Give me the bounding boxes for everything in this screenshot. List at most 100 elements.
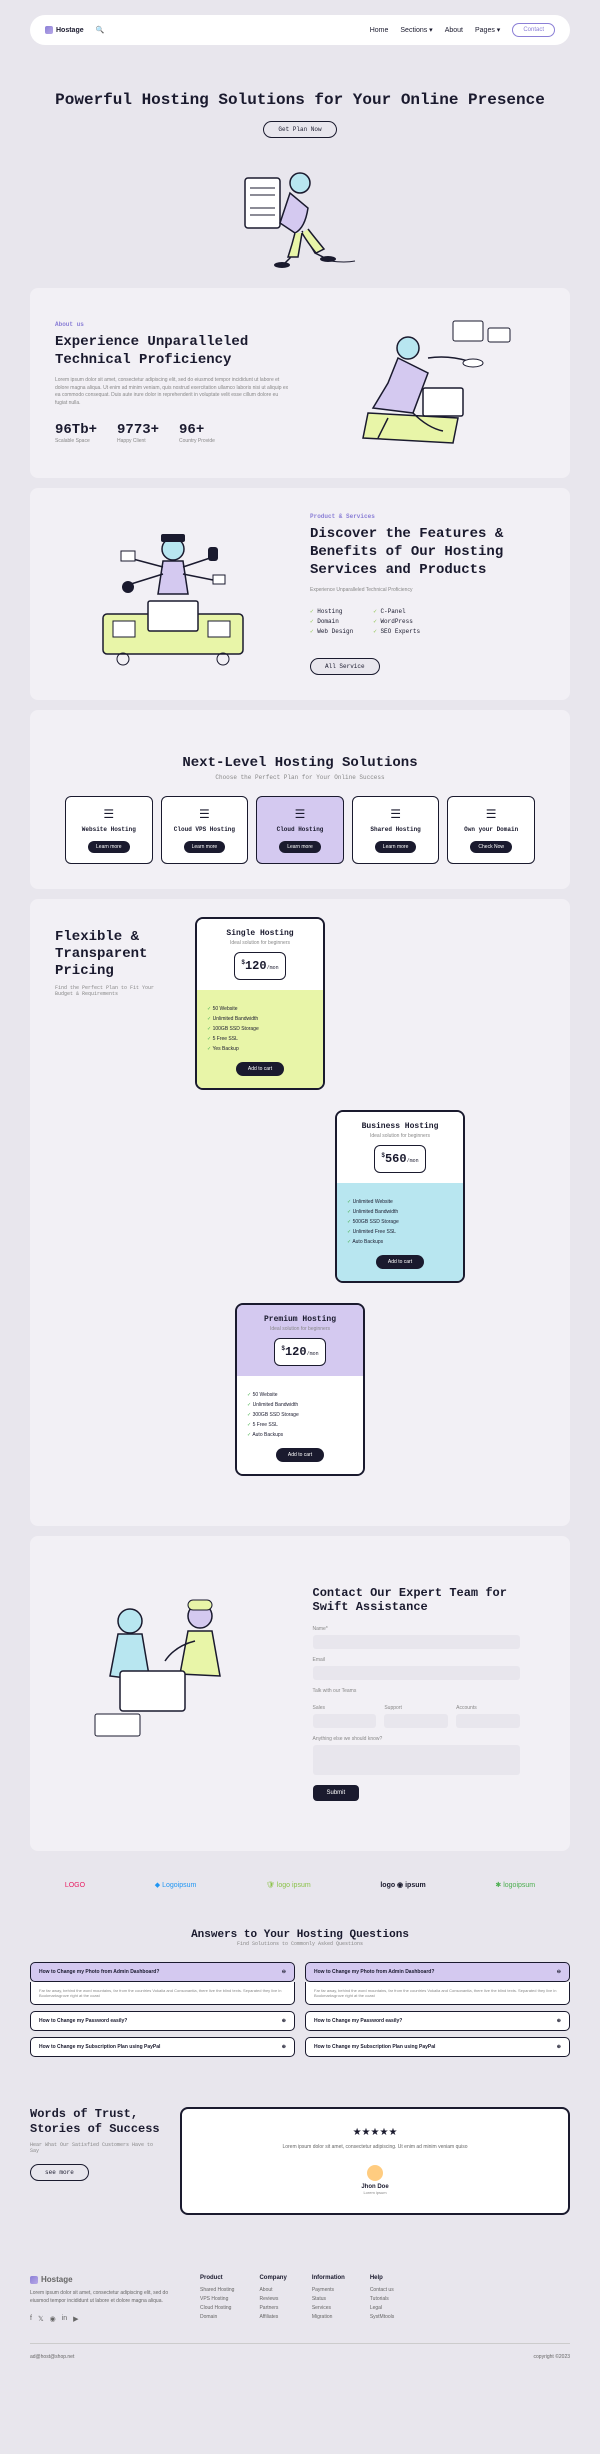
nav-pages[interactable]: Pages ▾: [475, 26, 500, 34]
youtube-icon[interactable]: ▶: [73, 2315, 78, 2323]
stat: 96+Country Provide: [179, 422, 215, 444]
footer-link[interactable]: Domain: [200, 2314, 234, 2320]
hosting-option[interactable]: ☰ Website Hosting Learn more: [65, 796, 153, 864]
about-title: Experience Unparalleled Technical Profic…: [55, 333, 290, 369]
sales-input[interactable]: [313, 1714, 377, 1728]
hosting-title: Next-Level Hosting Solutions: [55, 755, 545, 771]
footer-email[interactable]: ad@host@shop.net: [30, 2354, 74, 2360]
hero-title: Powerful Hosting Solutions for Your Onli…: [20, 90, 580, 111]
see-more-button[interactable]: see more: [30, 2164, 89, 2181]
footer-link[interactable]: VPS Hosting: [200, 2296, 234, 2302]
search-icon[interactable]: 🔍: [96, 26, 105, 34]
footer: Hostage Lorem ipsum dolor sit amet, cons…: [0, 2245, 600, 2390]
learn-more-button[interactable]: Learn more: [279, 841, 321, 853]
nav-sections[interactable]: Sections ▾: [400, 26, 432, 34]
faq-question[interactable]: How to Change my Password easily?⊕: [30, 2011, 295, 2031]
feature-col: C-PanelWordPressSEO Experts: [373, 605, 420, 638]
name-input[interactable]: [313, 1635, 521, 1649]
nav-about[interactable]: About: [445, 27, 463, 34]
faq-question[interactable]: How to Change my Password easily?⊕: [305, 2011, 570, 2031]
hosting-option[interactable]: ☰ Own your Domain Check Now: [447, 796, 535, 864]
server-icon: ☰: [361, 807, 431, 821]
footer-link[interactable]: Cloud Hosting: [200, 2305, 234, 2311]
contact-button[interactable]: Contact: [512, 23, 555, 37]
linkedin-icon[interactable]: in: [62, 2315, 67, 2323]
avatar: [367, 2165, 383, 2181]
contact-illustration: [80, 1586, 288, 1746]
logo[interactable]: Hostage: [45, 26, 84, 34]
testimonial-section: Words of Trust, Stories of Success Hear …: [0, 2077, 600, 2245]
hero-cta[interactable]: Get Plan Now: [263, 121, 336, 138]
footer-link[interactable]: Tutorials: [370, 2296, 394, 2302]
faq-question[interactable]: How to Change my Subscription Plan using…: [30, 2037, 295, 2057]
footer-logo[interactable]: Hostage: [30, 2275, 170, 2284]
add-to-cart-button[interactable]: Add to cart: [376, 1255, 424, 1269]
footer-link[interactable]: Legal: [370, 2305, 394, 2311]
faq-question[interactable]: How to Change my Photo from Admin Dashbo…: [30, 1962, 295, 1982]
learn-more-button[interactable]: Learn more: [375, 841, 417, 853]
stat: 9773+Happy Client: [117, 422, 159, 444]
contact-title: Contact Our Expert Team for Swift Assist…: [313, 1586, 521, 1614]
author-role: Lorem ipsum: [200, 2190, 550, 2195]
feature-col: HostingDomainWeb Design: [310, 605, 353, 638]
pricing-plan: Business HostingIdeal solution for begin…: [335, 1110, 465, 1283]
email-input[interactable]: [313, 1666, 521, 1680]
faq-question[interactable]: How to Change my Photo from Admin Dashbo…: [305, 1962, 570, 1982]
footer-link[interactable]: SystMtools: [370, 2314, 394, 2320]
partner-logo: ✱ logoipsum: [495, 1881, 535, 1889]
support-input[interactable]: [384, 1714, 448, 1728]
products-title: Discover the Features & Benefits of Our …: [310, 525, 545, 580]
footer-link[interactable]: Shared Hosting: [200, 2287, 234, 2293]
plus-icon: ⊕: [557, 2018, 561, 2024]
star-rating: ★★★★★: [200, 2127, 550, 2138]
faq-answer: Far far away, behind the word mountains,…: [305, 1982, 570, 2005]
about-eyebrow: About us: [55, 321, 290, 328]
testimonial-sub: Hear What Our Satisfied Customers Have t…: [30, 2142, 160, 2154]
contact-card: Contact Our Expert Team for Swift Assist…: [30, 1536, 570, 1851]
facebook-icon[interactable]: f: [30, 2315, 32, 2323]
learn-more-button[interactable]: Learn more: [88, 841, 130, 853]
hosting-option[interactable]: ☰ Cloud Hosting Learn more: [256, 796, 344, 864]
pricing-card: Flexible & Transparent Pricing Find the …: [30, 899, 570, 1526]
instagram-icon[interactable]: ◉: [50, 2315, 56, 2323]
learn-more-button[interactable]: Check Now: [470, 841, 512, 853]
name-label: Name*: [313, 1626, 521, 1632]
testimonial-card: ★★★★★ Lorem ipsum dolor sit amet, consec…: [180, 2107, 570, 2215]
footer-column: InformationPaymentsStatusServicesMigrati…: [312, 2275, 345, 2323]
twitter-icon[interactable]: 𝕏: [38, 2315, 44, 2323]
products-illustration: [55, 524, 290, 664]
footer-link[interactable]: Contact us: [370, 2287, 394, 2293]
footer-link[interactable]: Services: [312, 2305, 345, 2311]
footer-link[interactable]: Migration: [312, 2314, 345, 2320]
products-card: Product & Services Discover the Features…: [30, 488, 570, 700]
footer-link[interactable]: Reviews: [259, 2296, 286, 2302]
plus-icon: ⊕: [557, 2044, 561, 2050]
minus-icon: ⊖: [557, 1969, 561, 1975]
footer-link[interactable]: Payments: [312, 2287, 345, 2293]
nav-home[interactable]: Home: [370, 27, 389, 34]
all-service-button[interactable]: All Service: [310, 658, 380, 675]
learn-more-button[interactable]: Learn more: [184, 841, 226, 853]
server-icon: ☰: [170, 807, 240, 821]
accounts-input[interactable]: [456, 1714, 520, 1728]
server-icon: ☰: [456, 807, 526, 821]
add-to-cart-button[interactable]: Add to cart: [236, 1062, 284, 1076]
message-label: Anything else we should know?: [313, 1736, 521, 1742]
faq-title: Answers to Your Hosting Questions: [30, 1929, 570, 1941]
message-input[interactable]: [313, 1745, 521, 1775]
team-label: Talk with our Teams: [313, 1688, 521, 1694]
footer-column: ProductShared HostingVPS HostingCloud Ho…: [200, 2275, 234, 2323]
about-body: Lorem ipsum dolor sit amet, consectetur …: [55, 377, 290, 407]
products-eyebrow: Product & Services: [310, 513, 545, 520]
hosting-option[interactable]: ☰ Cloud VPS Hosting Learn more: [161, 796, 249, 864]
hosting-option[interactable]: ☰ Shared Hosting Learn more: [352, 796, 440, 864]
footer-column: HelpContact usTutorialsLegalSystMtools: [370, 2275, 394, 2323]
footer-link[interactable]: Affiliates: [259, 2314, 286, 2320]
faq-question[interactable]: How to Change my Subscription Plan using…: [305, 2037, 570, 2057]
footer-link[interactable]: About: [259, 2287, 286, 2293]
footer-link[interactable]: Status: [312, 2296, 345, 2302]
add-to-cart-button[interactable]: Add to cart: [276, 1448, 324, 1462]
footer-link[interactable]: Partners: [259, 2305, 286, 2311]
pricing-plan: Single HostingIdeal solution for beginne…: [195, 917, 325, 1090]
submit-button[interactable]: Submit: [313, 1785, 360, 1801]
